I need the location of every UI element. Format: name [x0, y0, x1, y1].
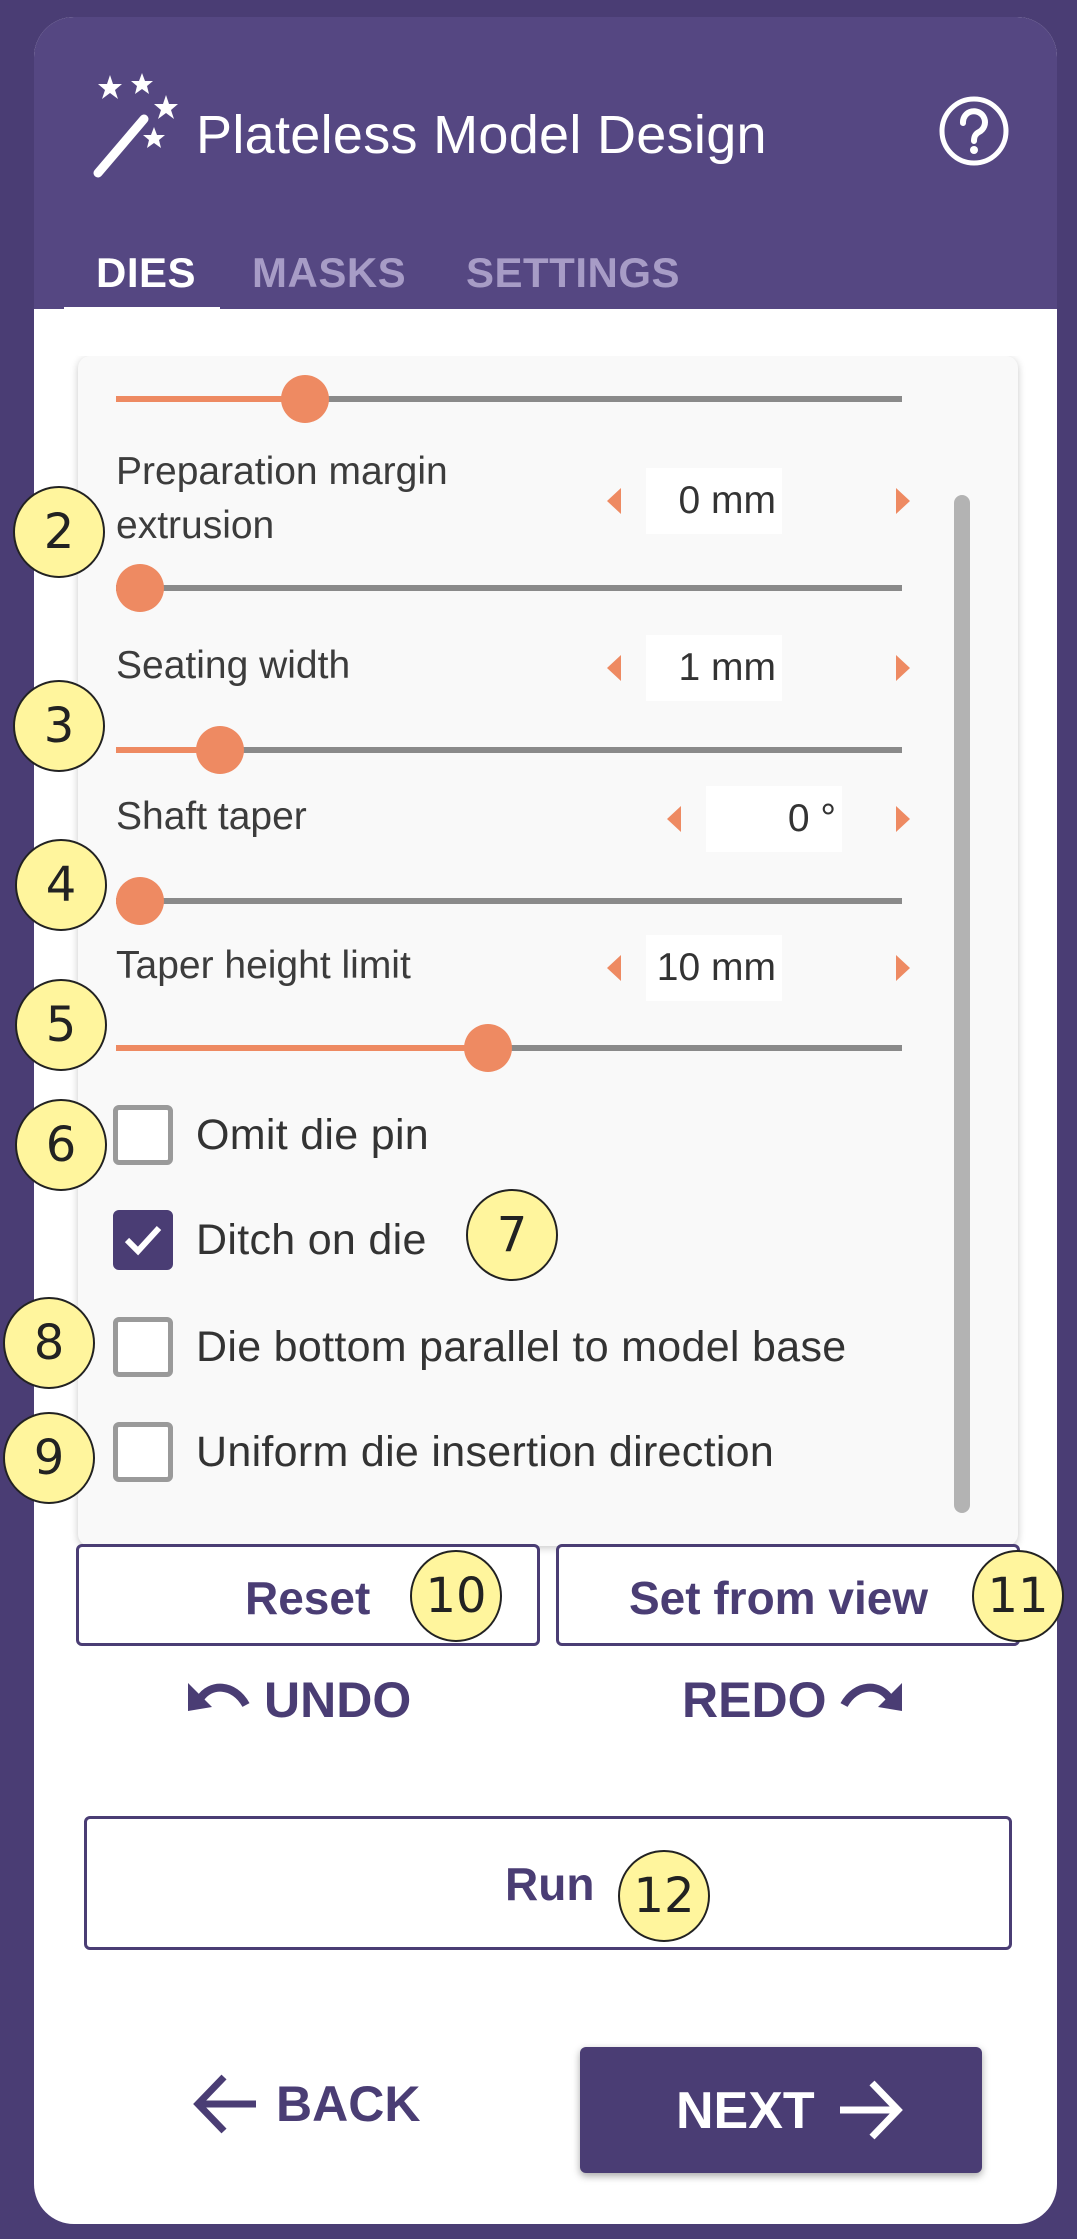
next-button[interactable]: NEXT	[580, 2047, 982, 2173]
undo-arrow-icon	[188, 1683, 250, 1711]
redo-arrow-icon	[840, 1683, 903, 1711]
undo-button[interactable]: UNDO	[186, 1671, 411, 1729]
increment-arrow-icon[interactable]	[896, 955, 910, 981]
tab-dies[interactable]: DIES	[96, 249, 196, 297]
increment-arrow-icon[interactable]	[896, 488, 910, 514]
reset-button-label: Reset	[245, 1572, 371, 1624]
increment-arrow-icon[interactable]	[896, 806, 910, 832]
set-from-view-button-label: Set from view	[629, 1572, 929, 1624]
plateless-model-design-panel: Plateless Model Design DIES MASKS SETTIN…	[34, 17, 1057, 2224]
decrement-arrow-icon[interactable]	[607, 488, 621, 514]
annotation-badge-2: 2	[13, 486, 105, 578]
die-bottom-parallel-label: Die bottom parallel to model base	[196, 1323, 847, 1371]
header-bar: Plateless Model Design DIES MASKS SETTIN…	[34, 17, 1057, 309]
redo-label: REDO	[682, 1672, 827, 1728]
decrement-arrow-icon[interactable]	[607, 955, 621, 981]
undo-label: UNDO	[264, 1672, 412, 1728]
shaft-taper-input[interactable]: 0 °	[706, 786, 842, 852]
slider-fill	[116, 396, 305, 402]
back-label: BACK	[276, 2076, 421, 2132]
scrollbar[interactable]	[954, 495, 970, 1513]
annotation-badge-4: 4	[15, 839, 107, 931]
panel-top-mask	[78, 317, 1018, 356]
shaft-taper-slider[interactable]	[116, 898, 902, 904]
uniform-insertion-direction-checkbox[interactable]	[113, 1422, 173, 1482]
taper-height-limit-input[interactable]: 10 mm	[646, 935, 782, 1001]
slider-thumb[interactable]	[281, 375, 329, 423]
preparation-margin-extrusion-label: Preparation margin extrusion	[116, 450, 448, 547]
annotation-badge-12: 12	[618, 1850, 710, 1942]
preparation-margin-extrusion-input[interactable]: 0 mm	[646, 468, 782, 534]
tab-settings[interactable]: SETTINGS	[466, 249, 680, 297]
arrow-left-icon	[193, 2074, 256, 2134]
run-button-label: Run	[505, 1858, 595, 1910]
annotation-badge-11: 11	[972, 1550, 1064, 1642]
taper-height-limit-slider-fill	[116, 1045, 488, 1051]
run-button[interactable]: Run	[84, 1816, 1012, 1950]
shaft-taper-label: Shaft taper	[116, 795, 307, 838]
uniform-insertion-direction-label: Uniform die insertion direction	[196, 1428, 775, 1476]
arrow-right-icon	[840, 2080, 903, 2140]
decrement-arrow-icon[interactable]	[667, 806, 681, 832]
preparation-margin-extrusion-thumb[interactable]	[116, 564, 164, 612]
magic-wand-icon	[93, 73, 178, 178]
decrement-arrow-icon[interactable]	[607, 655, 621, 681]
checkmark-icon	[124, 1225, 162, 1256]
help-icon[interactable]	[937, 94, 1011, 168]
set-from-view-button[interactable]: Set from view	[556, 1544, 1020, 1646]
taper-height-limit-label: Taper height limit	[116, 944, 411, 987]
annotation-badge-8: 8	[3, 1297, 95, 1389]
seating-width-label: Seating width	[116, 644, 351, 687]
preparation-margin-extrusion-slider[interactable]	[116, 585, 902, 591]
next-label: NEXT	[676, 2082, 815, 2140]
annotation-badge-5: 5	[15, 979, 107, 1071]
redo-button[interactable]: REDO	[682, 1671, 904, 1729]
annotation-badge-7: 7	[466, 1189, 558, 1281]
annotation-badge-10: 10	[410, 1550, 502, 1642]
annotation-badge-9: 9	[3, 1412, 95, 1504]
taper-height-limit-thumb[interactable]	[464, 1024, 512, 1072]
seating-width-input[interactable]: 1 mm	[646, 635, 782, 701]
omit-die-pin-label: Omit die pin	[196, 1111, 430, 1159]
seating-width-thumb[interactable]	[196, 726, 244, 774]
ditch-on-die-label: Ditch on die	[196, 1216, 427, 1264]
tab-masks[interactable]: MASKS	[252, 249, 406, 297]
omit-die-pin-checkbox[interactable]	[113, 1105, 173, 1165]
annotation-badge-6: 6	[15, 1099, 107, 1191]
annotation-badge-3: 3	[13, 680, 105, 772]
app-title: Plateless Model Design	[196, 105, 767, 165]
die-bottom-parallel-checkbox[interactable]	[113, 1317, 173, 1377]
ditch-on-die-checkbox[interactable]	[113, 1210, 173, 1270]
increment-arrow-icon[interactable]	[896, 655, 910, 681]
back-button[interactable]: BACK	[190, 2069, 420, 2139]
shaft-taper-thumb[interactable]	[116, 877, 164, 925]
